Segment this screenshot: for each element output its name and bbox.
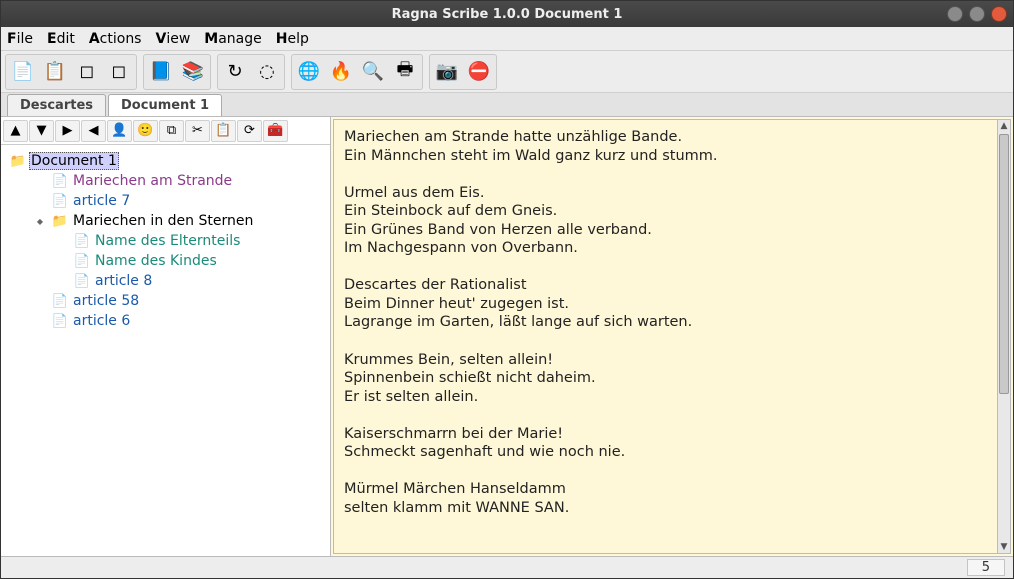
file-icon: 📄 bbox=[73, 234, 91, 249]
status-value: 5 bbox=[967, 559, 1005, 576]
menu-edit[interactable]: Edit bbox=[47, 31, 75, 47]
window-titlebar: Ragna Scribe 1.0.0 Document 1 bbox=[1, 1, 1013, 27]
up-icon[interactable]: ▲ bbox=[3, 120, 28, 142]
close-icon[interactable] bbox=[991, 6, 1007, 22]
tree-label[interactable]: Mariechen am Strande bbox=[71, 173, 234, 189]
folder-icon: 📁 bbox=[9, 154, 27, 169]
note-icon[interactable]: 📋 bbox=[40, 57, 70, 87]
main-toolbar: 📄📋◻◻📘📚↻◌🌐🔥🔍🖶📷⛔ bbox=[1, 51, 1013, 93]
copy-icon[interactable]: ⧉ bbox=[159, 120, 184, 142]
maximize-icon[interactable] bbox=[969, 6, 985, 22]
globe-icon[interactable]: 🌐 bbox=[294, 57, 324, 87]
minimize-icon[interactable] bbox=[947, 6, 963, 22]
document-tabs: DescartesDocument 1 bbox=[1, 93, 1013, 117]
down-icon[interactable]: ▼ bbox=[29, 120, 54, 142]
tree-toolbar: ▲▼▶◀👤🙂⧉✂📋⟳🧰 bbox=[1, 117, 330, 145]
tree-node[interactable]: 📄Name des Elternteils bbox=[5, 231, 326, 251]
tree-label[interactable]: Name des Elternteils bbox=[93, 233, 242, 249]
file-icon: 📄 bbox=[51, 174, 69, 189]
refresh-icon[interactable]: ↻ bbox=[220, 57, 250, 87]
page-back-icon[interactable]: ◻ bbox=[72, 57, 102, 87]
fire-icon[interactable]: 🔥 bbox=[326, 57, 356, 87]
menu-help[interactable]: Help bbox=[276, 31, 309, 47]
scroll-down-icon[interactable]: ▼ bbox=[998, 541, 1010, 553]
main-area: ▲▼▶◀👤🙂⧉✂📋⟳🧰 📁Document 1📄Mariechen am Str… bbox=[1, 117, 1013, 556]
text-editor[interactable]: Mariechen am Strande hatte unzählige Ban… bbox=[333, 119, 1011, 554]
globe-small-icon[interactable]: ◌ bbox=[252, 57, 282, 87]
page-fwd-icon[interactable]: ◻ bbox=[104, 57, 134, 87]
menu-manage[interactable]: Manage bbox=[204, 31, 261, 47]
tree-node[interactable]: 📄Mariechen am Strande bbox=[5, 171, 326, 191]
expand-handle-icon[interactable]: ◆ bbox=[31, 217, 49, 226]
tree-label[interactable]: Name des Kindes bbox=[93, 253, 219, 269]
scroll-thumb[interactable] bbox=[999, 134, 1009, 394]
tree-node[interactable]: 📁Document 1 bbox=[5, 151, 326, 171]
tree-label[interactable]: article 58 bbox=[71, 293, 141, 309]
tree-label[interactable]: article 8 bbox=[93, 273, 154, 289]
tree-node[interactable]: 📄article 58 bbox=[5, 291, 326, 311]
search-icon[interactable]: 🔍 bbox=[358, 57, 388, 87]
tree-panel: ▲▼▶◀👤🙂⧉✂📋⟳🧰 📁Document 1📄Mariechen am Str… bbox=[1, 117, 331, 556]
file-icon: 📄 bbox=[51, 294, 69, 309]
tree-node[interactable]: 📄article 6 bbox=[5, 311, 326, 331]
tree-node[interactable]: 📄Name des Kindes bbox=[5, 251, 326, 271]
folder-icon: 📁 bbox=[51, 214, 69, 229]
menu-file[interactable]: File bbox=[7, 31, 33, 47]
tree-label[interactable]: Document 1 bbox=[29, 152, 119, 170]
camera-icon[interactable]: 📷 bbox=[432, 57, 462, 87]
cut-icon[interactable]: ✂ bbox=[185, 120, 210, 142]
print-icon[interactable]: 🖶 bbox=[390, 57, 420, 87]
smiley-icon[interactable]: 🙂 bbox=[133, 120, 158, 142]
status-bar: 5 bbox=[1, 556, 1013, 578]
paste-icon[interactable]: 📋 bbox=[211, 120, 236, 142]
file-icon: 📄 bbox=[73, 274, 91, 289]
tree-node[interactable]: 📄article 8 bbox=[5, 271, 326, 291]
new-doc-icon[interactable]: 📄 bbox=[8, 57, 38, 87]
file-icon: 📄 bbox=[73, 254, 91, 269]
tree-label[interactable]: article 6 bbox=[71, 313, 132, 329]
file-icon: 📄 bbox=[51, 314, 69, 329]
toolbox-icon[interactable]: 🧰 bbox=[263, 120, 288, 142]
editor-scrollbar[interactable]: ▲ ▼ bbox=[997, 119, 1011, 554]
menu-actions[interactable]: Actions bbox=[89, 31, 142, 47]
user-icon[interactable]: 👤 bbox=[107, 120, 132, 142]
tab-descartes[interactable]: Descartes bbox=[7, 94, 106, 116]
menu-view[interactable]: View bbox=[155, 31, 190, 47]
right-icon[interactable]: ▶ bbox=[55, 120, 80, 142]
scroll-up-icon[interactable]: ▲ bbox=[998, 120, 1010, 132]
file-icon: 📄 bbox=[51, 194, 69, 209]
tree-label[interactable]: Mariechen in den Sternen bbox=[71, 213, 255, 229]
stop-icon[interactable]: ⛔ bbox=[464, 57, 494, 87]
window-title: Ragna Scribe 1.0.0 Document 1 bbox=[0, 7, 1014, 22]
editor-panel: Mariechen am Strande hatte unzählige Ban… bbox=[331, 117, 1013, 556]
menu-bar: File Edit Actions View Manage Help bbox=[1, 27, 1013, 51]
document-tree[interactable]: 📁Document 1📄Mariechen am Strande📄article… bbox=[1, 145, 330, 556]
tree-node[interactable]: ◆📁Mariechen in den Sternen bbox=[5, 211, 326, 231]
tab-document-1[interactable]: Document 1 bbox=[108, 94, 222, 116]
tree-label[interactable]: article 7 bbox=[71, 193, 132, 209]
reload-icon[interactable]: ⟳ bbox=[237, 120, 262, 142]
left-icon[interactable]: ◀ bbox=[81, 120, 106, 142]
books-icon[interactable]: 📚 bbox=[178, 57, 208, 87]
tree-node[interactable]: 📄article 7 bbox=[5, 191, 326, 211]
book-blue-icon[interactable]: 📘 bbox=[146, 57, 176, 87]
